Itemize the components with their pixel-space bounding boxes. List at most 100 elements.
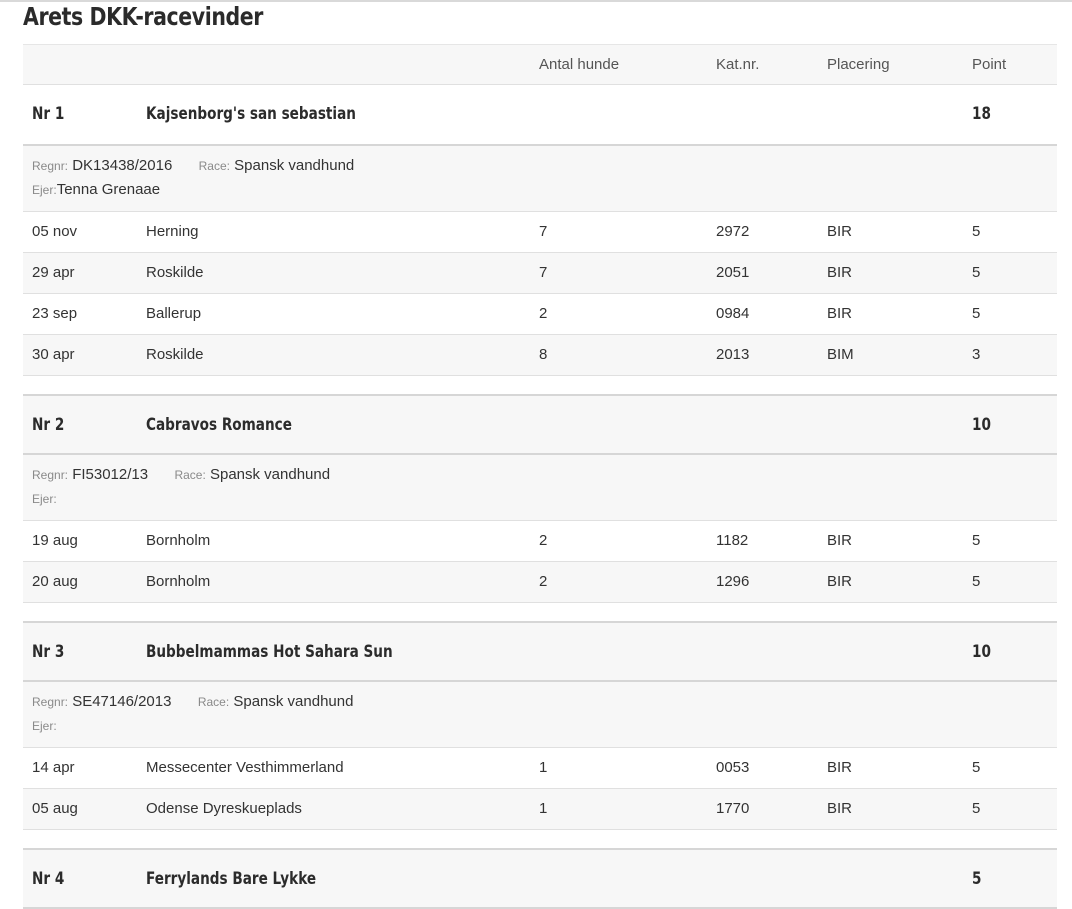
result-dogs-count: 2	[539, 573, 548, 590]
result-cat-nr: 1296	[716, 573, 750, 590]
result-place: Roskilde	[146, 264, 204, 281]
result-placement: BIR	[827, 532, 853, 549]
result-place: Ballerup	[146, 305, 202, 322]
dog-name: Ferrylands Bare Lykke	[146, 869, 317, 889]
dog-row-3[interactable]: Nr 3 Bubbelmammas Hot Sahara Sun 10	[23, 621, 1057, 682]
table-row: 19 aug Bornholm 2 1182 BIR 5	[23, 521, 1057, 562]
dog-info-3: Regnr: SE47146/2013 Race: Spansk vandhun…	[23, 682, 1057, 748]
race-value: Spansk vandhund	[209, 466, 331, 483]
owner-label: Ejer:	[32, 183, 57, 197]
owner-line: Ejer:	[32, 717, 57, 734]
result-date: 05 aug	[32, 800, 78, 817]
race-label: Race:	[197, 695, 230, 709]
dog-points: 5	[972, 869, 982, 889]
owner-label: Ejer:	[32, 719, 57, 733]
dog-row-4[interactable]: Nr 4 Ferrylands Bare Lykke 5	[23, 848, 1057, 909]
result-points: 5	[972, 573, 981, 590]
result-placement: BIR	[827, 264, 853, 281]
header-cat-nr: Kat.nr.	[716, 56, 760, 73]
result-placement: BIR	[827, 759, 853, 776]
table-header: Antal hunde Kat.nr. Placering Point	[23, 44, 1057, 85]
dog-rank: Nr 2	[32, 415, 65, 435]
result-cat-nr: 2013	[716, 346, 750, 363]
section-spacer	[23, 830, 1057, 848]
table-row: 29 apr Roskilde 7 2051 BIR 5	[23, 253, 1057, 294]
result-points: 3	[972, 346, 981, 363]
result-cat-nr: 2972	[716, 223, 750, 240]
race-value: Spansk vandhund	[233, 693, 354, 710]
table-row: 30 apr Roskilde 8 2013 BIM 3	[23, 335, 1057, 376]
result-cat-nr: 1182	[716, 532, 749, 549]
result-cat-nr: 0984	[716, 305, 750, 322]
table-row: 14 apr Messecenter Vesthimmerland 1 0053…	[23, 748, 1057, 789]
result-place: Herning	[146, 223, 199, 240]
dog-info-1: Regnr: DK13438/2016 Race: Spansk vandhun…	[23, 146, 1057, 212]
header-placement: Placering	[827, 56, 890, 73]
table-row: 05 aug Odense Dyreskueplads 1 1770 BIR 5	[23, 789, 1057, 830]
table-row: 20 aug Bornholm 2 1296 BIR 5	[23, 562, 1057, 603]
result-place: Bornholm	[146, 573, 211, 590]
dog-row-1[interactable]: Nr 1 Kajsenborg's san sebastian 18	[23, 85, 1057, 146]
result-placement: BIR	[827, 800, 853, 817]
regnr-value: DK13438/2016	[72, 157, 173, 174]
result-date: 30 apr	[32, 346, 75, 363]
race-label: Race:	[174, 468, 206, 482]
dog-name: Kajsenborg's san sebastian	[146, 104, 356, 124]
regnr-label: Regnr:	[32, 468, 69, 482]
dog-row-2[interactable]: Nr 2 Cabravos Romance 10	[23, 394, 1057, 455]
result-place: Roskilde	[146, 346, 204, 363]
result-points: 5	[972, 223, 981, 240]
result-dogs-count: 7	[539, 264, 548, 281]
result-placement: BIR	[827, 305, 853, 322]
header-points: Point	[972, 56, 1007, 73]
result-place: Messecenter Vesthimmerland	[146, 759, 344, 776]
result-points: 5	[972, 800, 981, 817]
result-cat-nr: 0053	[716, 759, 750, 776]
table-row: 05 nov Herning 7 2972 BIR 5	[23, 212, 1057, 253]
header-dogs-count: Antal hunde	[539, 56, 620, 73]
result-placement: BIR	[827, 223, 853, 240]
result-date: 23 sep	[32, 305, 78, 322]
result-place: Odense Dyreskueplads	[146, 800, 302, 817]
regnr-value: FI53012/13	[72, 466, 149, 483]
dog-info-line: Regnr: FI53012/13 Race: Spansk vandhund	[32, 466, 330, 483]
result-cat-nr: 2051	[716, 264, 750, 281]
result-dogs-count: 1	[539, 759, 548, 776]
section-spacer	[23, 603, 1057, 621]
dog-rank: Nr 1	[32, 104, 65, 124]
result-points: 5	[972, 532, 981, 549]
regnr-label: Regnr:	[32, 695, 69, 709]
dog-info-2: Regnr: FI53012/13 Race: Spansk vandhund …	[23, 455, 1057, 521]
result-date: 05 nov	[32, 223, 78, 240]
dog-points: 10	[972, 415, 991, 435]
section-spacer	[23, 376, 1057, 394]
owner-line: Ejer:	[32, 490, 57, 507]
result-dogs-count: 2	[539, 532, 548, 549]
result-place: Bornholm	[146, 532, 211, 549]
result-cat-nr: 1770	[716, 800, 750, 817]
result-points: 5	[972, 305, 981, 322]
result-points: 5	[972, 759, 981, 776]
page-title: Arets DKK-racevinder	[23, 2, 264, 31]
result-dogs-count: 2	[539, 305, 548, 322]
dog-info-line: Regnr: DK13438/2016 Race: Spansk vandhun…	[32, 157, 354, 174]
regnr-label: Regnr:	[32, 159, 69, 173]
table-row: 23 sep Ballerup 2 0984 BIR 5	[23, 294, 1057, 335]
owner-value: Tenna Grenaae	[56, 181, 161, 198]
result-dogs-count: 7	[539, 223, 548, 240]
dog-points: 10	[972, 642, 991, 662]
result-placement: BIM	[827, 346, 854, 363]
result-date: 19 aug	[32, 532, 78, 549]
dog-name: Bubbelmammas Hot Sahara Sun	[146, 642, 393, 662]
result-dogs-count: 1	[539, 800, 548, 817]
result-date: 20 aug	[32, 573, 78, 590]
dog-info-line: Regnr: SE47146/2013 Race: Spansk vandhun…	[32, 693, 353, 710]
dog-rank: Nr 4	[32, 869, 65, 889]
result-date: 29 apr	[32, 264, 75, 281]
dog-rank: Nr 3	[32, 642, 65, 662]
result-points: 5	[972, 264, 981, 281]
result-dogs-count: 8	[539, 346, 548, 363]
dog-name: Cabravos Romance	[146, 415, 292, 435]
regnr-value: SE47146/2013	[72, 693, 172, 710]
race-value: Spansk vandhund	[234, 157, 355, 174]
